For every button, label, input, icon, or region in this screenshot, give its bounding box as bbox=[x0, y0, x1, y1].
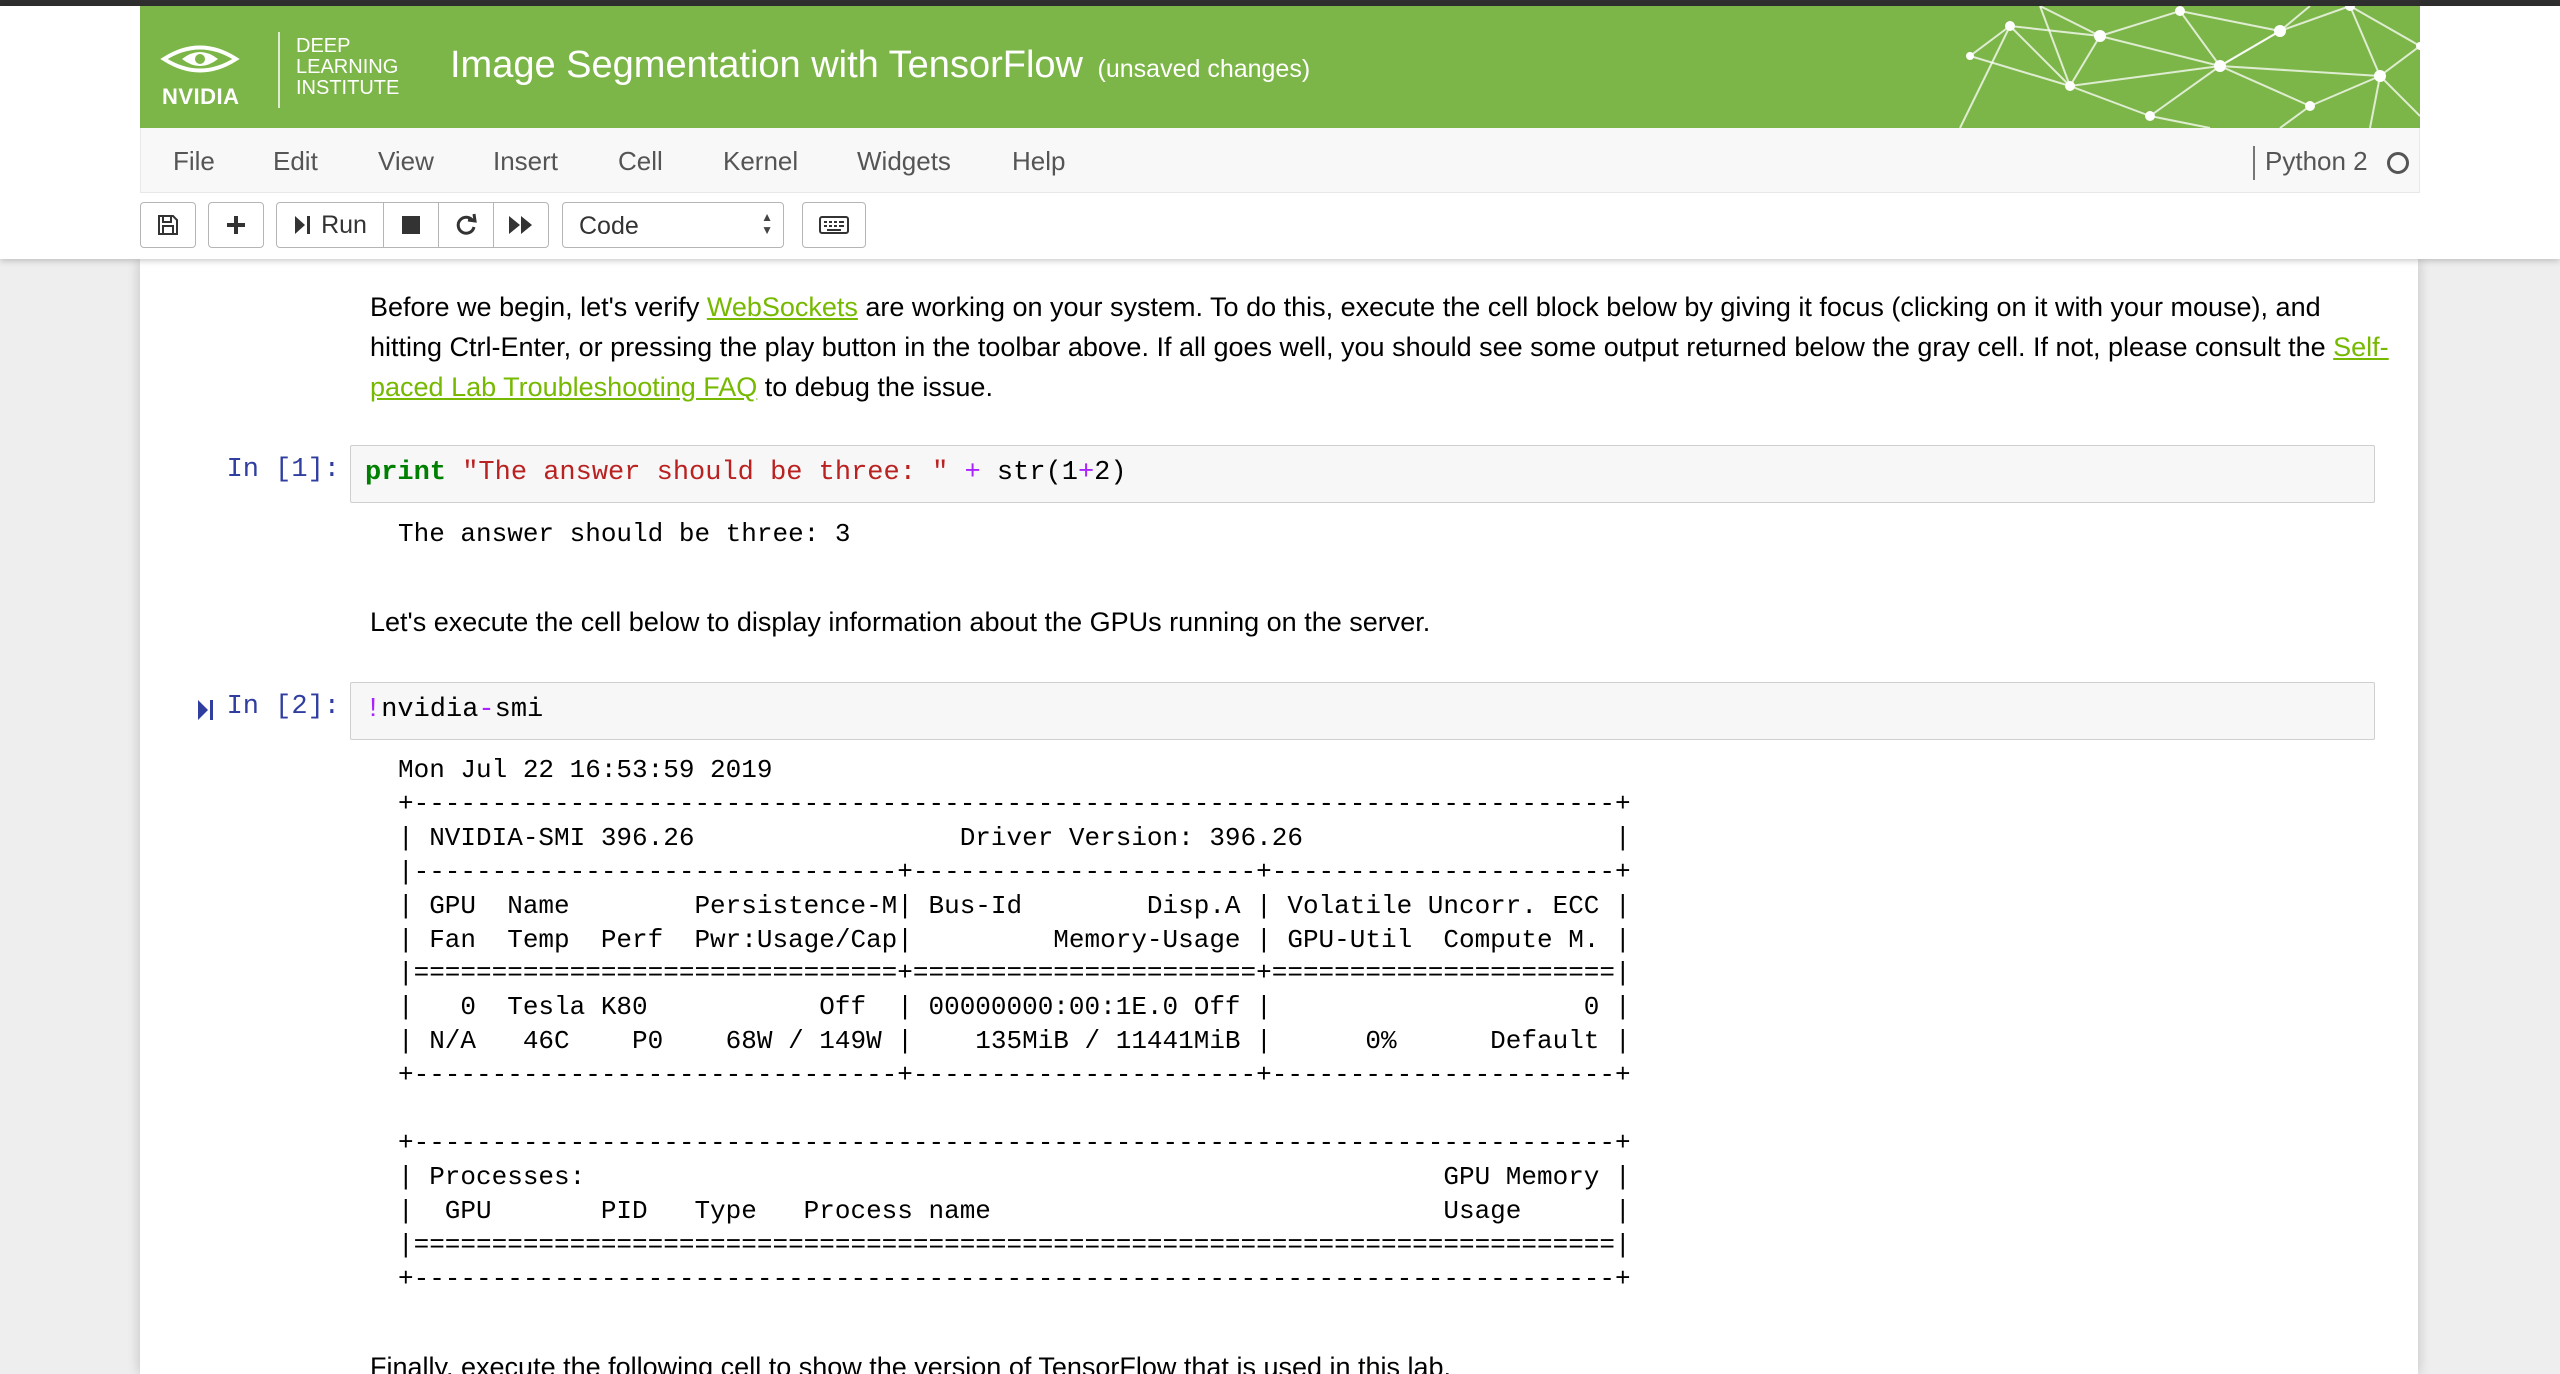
notebook-header: NVIDIA DEEP LEARNING INSTITUTE Image Seg… bbox=[0, 6, 2560, 259]
command-palette-button[interactable] bbox=[802, 202, 866, 248]
menu-edit[interactable]: Edit bbox=[273, 146, 318, 177]
header-banner: NVIDIA DEEP LEARNING INSTITUTE Image Seg… bbox=[140, 6, 2420, 128]
menu-widgets[interactable]: Widgets bbox=[857, 146, 951, 177]
restart-icon bbox=[456, 213, 477, 235]
cell1-prompt: In [1]: bbox=[226, 455, 340, 485]
network-graphic bbox=[1959, 6, 2420, 128]
menu-bar: File Edit View Insert Cell Kernel Widget… bbox=[140, 128, 2420, 193]
interrupt-button[interactable] bbox=[383, 202, 439, 248]
save-status: (unsaved changes) bbox=[1097, 55, 1311, 83]
stop-icon bbox=[402, 216, 420, 234]
logo-divider bbox=[278, 32, 280, 108]
menu-help[interactable]: Help bbox=[1012, 146, 1065, 177]
tensorflow-version-markdown-cell[interactable]: Finally, execute the following cell to s… bbox=[370, 1347, 2390, 1374]
cell1-code-input[interactable]: print "The answer should be three: " + s… bbox=[350, 445, 2375, 503]
restart-run-all-button[interactable] bbox=[493, 202, 549, 248]
run-button[interactable]: Run bbox=[276, 202, 384, 248]
dli-logo: NVIDIA DEEP LEARNING INSTITUTE bbox=[160, 28, 400, 109]
fast-forward-icon bbox=[509, 216, 532, 234]
select-arrows-icon: ▲ ▼ bbox=[761, 210, 773, 237]
cell2-output: Mon Jul 22 16:53:59 2019 +--------------… bbox=[398, 755, 1631, 1294]
menu-file[interactable]: File bbox=[173, 146, 215, 177]
menu-cell[interactable]: Cell bbox=[618, 146, 663, 177]
websockets-link[interactable]: WebSockets bbox=[707, 292, 858, 322]
save-button[interactable] bbox=[140, 202, 196, 248]
cell2-code-input[interactable]: !nvidia-smi bbox=[350, 682, 2375, 740]
nvidia-wordmark: NVIDIA bbox=[162, 84, 240, 109]
restart-button[interactable] bbox=[438, 202, 494, 248]
menu-insert[interactable]: Insert bbox=[493, 146, 558, 177]
plus-icon bbox=[227, 216, 245, 234]
notebook-container: Before we begin, let's verify WebSockets… bbox=[140, 259, 2418, 1374]
nvidia-eye-icon bbox=[160, 45, 240, 73]
cell1-output: The answer should be three: 3 bbox=[398, 519, 851, 549]
notebook-title[interactable]: Image Segmentation with TensorFlow (unsa… bbox=[450, 44, 1310, 87]
notebook-title-text: Image Segmentation with TensorFlow bbox=[450, 44, 1083, 86]
cell-type-select[interactable]: Code ▲ ▼ bbox=[562, 202, 784, 248]
keyboard-icon bbox=[819, 216, 849, 234]
step-forward-icon bbox=[295, 216, 311, 234]
menu-view[interactable]: View bbox=[378, 146, 434, 177]
gpu-info-markdown-cell[interactable]: Let's execute the cell below to display … bbox=[370, 602, 2390, 642]
kernel-name: Python 2 bbox=[2265, 146, 2368, 176]
dli-wordmark: DEEP LEARNING INSTITUTE bbox=[296, 35, 400, 99]
menu-kernel[interactable]: Kernel bbox=[723, 146, 798, 177]
save-icon bbox=[158, 215, 178, 235]
intro-markdown-cell[interactable]: Before we begin, let's verify WebSockets… bbox=[370, 287, 2390, 407]
insert-cell-button[interactable] bbox=[208, 202, 264, 248]
cell2-prompt: In [2]: bbox=[226, 692, 340, 722]
kernel-divider bbox=[2253, 146, 2255, 180]
kernel-idle-icon bbox=[2387, 152, 2409, 174]
